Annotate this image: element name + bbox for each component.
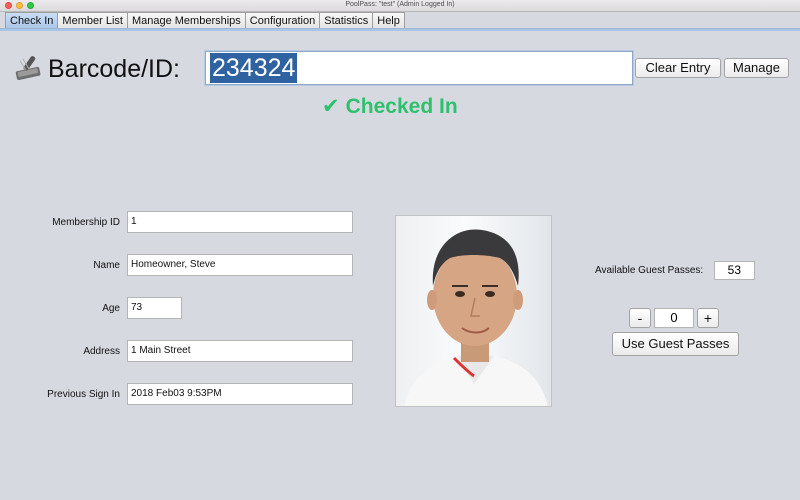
tab-configuration[interactable]: Configuration xyxy=(244,12,321,29)
age-label: Age xyxy=(102,303,120,314)
tab-member-list[interactable]: Member List xyxy=(57,12,128,29)
name-label: Name xyxy=(93,260,120,271)
membership-id-field[interactable]: 1 xyxy=(127,211,353,233)
clear-entry-button[interactable]: Clear Entry xyxy=(635,58,721,78)
previous-sign-in-field[interactable]: 2018 Feb03 9:53PM xyxy=(127,383,353,405)
previous-sign-in-label: Previous Sign In xyxy=(47,389,120,400)
tab-divider xyxy=(0,28,800,31)
name-field[interactable]: Homeowner, Steve xyxy=(127,254,353,276)
check-icon: ✔ xyxy=(322,95,340,118)
available-guest-passes-value: 53 xyxy=(714,261,755,280)
status-text: Checked In xyxy=(345,94,458,118)
use-guest-passes-button[interactable]: Use Guest Passes xyxy=(612,332,739,356)
address-label: Address xyxy=(83,346,120,357)
address-field[interactable]: 1 Main Street xyxy=(127,340,353,362)
barcode-input[interactable]: 234324 xyxy=(205,51,633,85)
tab-manage-memberships[interactable]: Manage Memberships xyxy=(126,12,246,29)
tab-statistics[interactable]: Statistics xyxy=(319,12,374,29)
checkin-status: ✔ Checked In xyxy=(322,94,458,119)
barcode-selected-text: 234324 xyxy=(210,53,298,83)
window-title: PoolPass: "test" (Admin Logged In) xyxy=(345,1,455,8)
guest-count-field[interactable]: 0 xyxy=(654,308,694,328)
tab-bar: Check In Member List Manage Memberships … xyxy=(5,12,405,29)
age-field[interactable]: 73 xyxy=(127,297,182,319)
title-bar: PoolPass: "test" (Admin Logged In) xyxy=(0,0,800,12)
available-guest-passes-label: Available Guest Passes: xyxy=(595,265,704,276)
membership-id-label: Membership ID xyxy=(52,217,120,228)
tab-check-in[interactable]: Check In xyxy=(5,12,59,29)
decrement-guests-button[interactable]: - xyxy=(629,308,651,328)
barcode-label: Barcode/ID: xyxy=(48,55,181,83)
barcode-scanner-icon xyxy=(14,53,44,81)
member-photo xyxy=(395,215,552,407)
tab-help[interactable]: Help xyxy=(372,12,405,29)
increment-guests-button[interactable]: + xyxy=(697,308,719,328)
manage-button[interactable]: Manage xyxy=(724,58,789,78)
